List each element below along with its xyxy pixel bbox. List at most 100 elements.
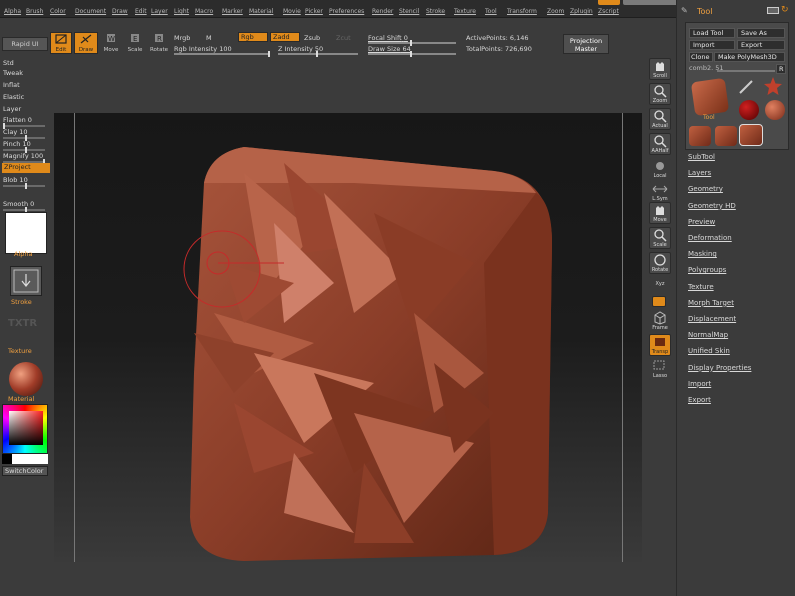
scale-button[interactable]: E Scale xyxy=(124,32,146,54)
smooth-slider[interactable] xyxy=(3,207,45,213)
brush-inflat[interactable]: Inflat xyxy=(3,81,20,89)
flatten-slider[interactable] xyxy=(3,123,45,129)
actual-button[interactable]: Actual xyxy=(649,108,671,130)
brush-blob[interactable]: Blob 10 xyxy=(3,176,28,184)
menu-item-picker[interactable]: Picker xyxy=(305,8,323,15)
menu-item-preferences[interactable]: Preferences xyxy=(329,8,364,15)
menu-item-brush[interactable]: Brush xyxy=(26,8,43,15)
menu-item-stroke[interactable]: Stroke xyxy=(426,8,445,15)
draw-button[interactable]: Draw xyxy=(74,32,98,54)
rapid-ui-button[interactable]: Rapid UI xyxy=(2,37,48,51)
scroll-button[interactable]: Scroll xyxy=(649,58,671,80)
rotate-button[interactable]: R Rotate xyxy=(148,32,170,54)
orange-toggle-button[interactable] xyxy=(652,296,666,307)
focal-shift-slider[interactable] xyxy=(368,40,456,46)
z-intensity-slider[interactable] xyxy=(278,51,358,57)
tool-menu-polygroups[interactable]: Polygroups xyxy=(688,266,726,274)
rotate-view-button[interactable]: Rotate xyxy=(649,252,671,274)
zoom-button[interactable]: Zoom xyxy=(649,83,671,105)
zadd-toggle[interactable]: Zadd xyxy=(270,32,300,42)
tool-thumb-star-icon[interactable] xyxy=(763,76,783,96)
tool-menu-preview[interactable]: Preview xyxy=(688,218,715,226)
clay-slider[interactable] xyxy=(3,135,45,141)
draw-size-knob[interactable] xyxy=(410,51,412,57)
menu-item-color[interactable]: Color xyxy=(50,8,66,15)
menu-item-movie[interactable]: Movie xyxy=(283,8,301,15)
edit-button[interactable]: Edit xyxy=(50,32,72,54)
header-button-quick[interactable] xyxy=(623,0,683,5)
menu-item-zplugin[interactable]: Zplugin xyxy=(570,8,593,15)
tool-menu-export[interactable]: Export xyxy=(688,396,711,404)
brush-smooth[interactable]: Smooth 0 xyxy=(3,200,34,208)
tool-thumb-cube-1[interactable] xyxy=(689,126,711,146)
texture-thumbnail[interactable]: TXTR xyxy=(8,318,46,342)
transp-button[interactable]: Transp xyxy=(649,334,671,356)
menu-item-light[interactable]: Light xyxy=(174,8,189,15)
tool-menu-geometry[interactable]: Geometry xyxy=(688,185,723,193)
secondary-color-swatch[interactable] xyxy=(12,454,48,464)
save-as-button[interactable]: Save As xyxy=(737,28,785,38)
lasso-button[interactable]: Lasso xyxy=(649,358,671,380)
stroke-thumbnail[interactable] xyxy=(10,266,42,296)
menu-item-layer[interactable]: Layer xyxy=(151,8,168,15)
tool-thumb-sphere[interactable] xyxy=(765,100,785,120)
scale-view-button[interactable]: Scale xyxy=(649,227,671,249)
tool-thumb-sphere-dark[interactable] xyxy=(739,100,759,120)
color-picker[interactable] xyxy=(2,404,48,454)
menu-item-transform[interactable]: Transform xyxy=(507,8,537,15)
tool-menu-display-properties[interactable]: Display Properties xyxy=(688,364,751,372)
local-button[interactable]: Local xyxy=(649,158,671,180)
menu-item-draw[interactable]: Draw xyxy=(112,8,128,15)
tool-thumb-cube-2[interactable] xyxy=(715,126,737,146)
load-tool-button[interactable]: Load Tool xyxy=(689,28,735,38)
tool-menu-masking[interactable]: Masking xyxy=(688,250,717,258)
make-polymesh-button[interactable]: Make PolyMesh3D xyxy=(714,52,785,62)
material-sphere[interactable] xyxy=(9,362,43,396)
z-intensity-knob[interactable] xyxy=(316,51,318,57)
tool-menu-geometry-hd[interactable]: Geometry HD xyxy=(688,202,736,210)
brush-magnify[interactable]: Magnify 100 xyxy=(3,152,43,160)
menu-item-edit[interactable]: Edit xyxy=(135,8,147,15)
menu-item-zoom[interactable]: Zoom xyxy=(547,8,564,15)
r-button[interactable]: R xyxy=(776,64,786,74)
primary-color-swatch[interactable] xyxy=(2,454,12,464)
menu-item-render[interactable]: Render xyxy=(372,8,393,15)
tool-menu-layers[interactable]: Layers xyxy=(688,169,711,177)
tool-menu-deformation[interactable]: Deformation xyxy=(688,234,732,242)
lsym-button[interactable]: L.Sym xyxy=(649,181,671,203)
brush-zproject[interactable]: ZProject xyxy=(2,163,50,173)
move-button[interactable]: W Move xyxy=(100,32,122,54)
menu-item-tool[interactable]: Tool xyxy=(485,8,497,15)
mrgb-toggle[interactable]: Mrgb xyxy=(174,34,190,42)
clone-button[interactable]: Clone xyxy=(689,52,713,62)
pinch-slider[interactable] xyxy=(3,147,45,153)
rgb-intensity-slider[interactable] xyxy=(174,51,270,57)
tool-menu-normalmap[interactable]: NormalMap xyxy=(688,331,728,339)
tool-thumb-cube-3[interactable] xyxy=(739,124,763,146)
tool-menu-texture[interactable]: Texture xyxy=(688,283,714,291)
frame-button[interactable]: Frame xyxy=(649,310,671,332)
menu-item-macro[interactable]: Macro xyxy=(195,8,213,15)
zsub-toggle[interactable]: Zsub xyxy=(304,34,320,42)
menu-item-material[interactable]: Material xyxy=(249,8,273,15)
blob-slider[interactable] xyxy=(3,183,45,189)
m-toggle[interactable]: M xyxy=(206,34,212,42)
palette-pin-icon[interactable]: ✎ xyxy=(681,6,688,15)
export-button[interactable]: Export xyxy=(737,40,785,50)
move-view-button[interactable]: Move xyxy=(649,202,671,224)
current-tool-thumbnail[interactable] xyxy=(690,77,730,117)
xyz-button[interactable]: Xyz xyxy=(649,276,671,288)
tool-thumb-brush-icon[interactable] xyxy=(737,78,755,96)
menu-item-alpha[interactable]: Alpha xyxy=(4,8,21,15)
blob-knob[interactable] xyxy=(25,183,27,189)
brush-clay[interactable]: Clay 10 xyxy=(3,128,28,136)
brush-layer[interactable]: Layer xyxy=(3,105,21,113)
switch-color-button[interactable]: SwitchColor xyxy=(2,466,48,476)
aahalf-button[interactable]: AAHalf xyxy=(649,133,671,155)
tool-menu-import[interactable]: Import xyxy=(688,380,711,388)
color-picker-square[interactable] xyxy=(9,411,43,445)
brush-tweak[interactable]: Tweak xyxy=(3,69,23,77)
brush-elastic[interactable]: Elastic xyxy=(3,93,24,101)
menu-item-document[interactable]: Document xyxy=(75,8,106,15)
zcut-toggle[interactable]: Zcut xyxy=(336,34,351,42)
